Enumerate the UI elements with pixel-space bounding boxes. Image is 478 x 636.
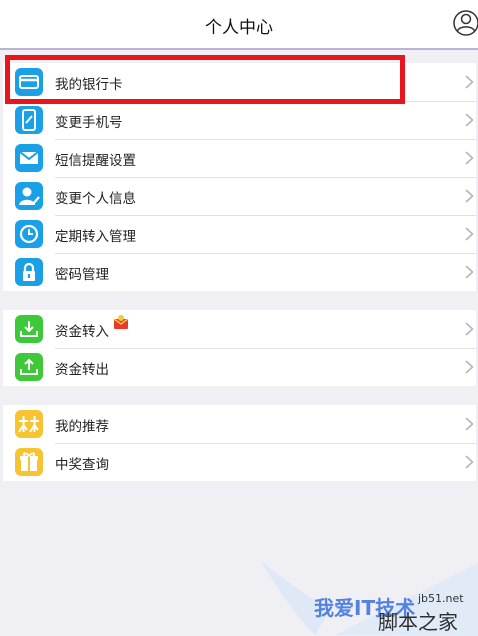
chevron-right-icon [465,265,474,279]
list-item-label: 密码管理 [55,267,109,283]
list-item-label: 资金转入 [55,324,109,340]
lock-icon [15,258,43,286]
list-item-label: 短信提醒设置 [55,153,136,169]
list-item-change-phone[interactable]: 变更手机号 [3,101,476,139]
user-edit-icon [15,182,43,210]
page-title: 个人中心 [205,18,273,38]
clock-icon [15,220,43,248]
list-item-label: 变更个人信息 [55,191,136,207]
list-item-label: 中奖查询 [55,457,109,473]
list-item-funds-in[interactable]: 资金转入 [3,310,476,348]
header-bar: 个人中心 [0,0,478,50]
watermark-site: jb51.net [418,592,464,605]
mail-icon [15,144,43,172]
upload-icon [15,353,43,381]
chevron-right-icon [465,360,474,374]
list-item-recommend[interactable]: 我的推荐 [3,405,476,443]
user-avatar-icon[interactable] [448,8,478,38]
list-item-password[interactable]: 密码管理 [3,253,476,291]
gift-icon [15,448,43,476]
phone-edit-icon [15,106,43,134]
chevron-right-icon [465,227,474,241]
chevron-right-icon [465,113,474,127]
funds-group: 资金转入 资金转出 [3,310,476,386]
list-item-scheduled-transfer[interactable]: 定期转入管理 [3,215,476,253]
highlight-box [5,55,405,104]
download-icon [15,315,43,343]
rewards-group: 我的推荐 中奖查询 [3,405,476,481]
chevron-right-icon [465,151,474,165]
chevron-right-icon [465,322,474,336]
list-item-label: 我的推荐 [55,419,109,435]
list-item-prize-query[interactable]: 中奖查询 [3,443,476,481]
list-item-funds-out[interactable]: 资金转出 [3,348,476,386]
list-item-sms-settings[interactable]: 短信提醒设置 [3,139,476,177]
list-item-label: 变更手机号 [55,115,123,131]
watermark-text: 脚本之家 [378,610,458,634]
chevron-right-icon [465,417,474,431]
gift-badge-icon [113,315,129,329]
list-item-label: 定期转入管理 [55,229,136,245]
list-item-change-info[interactable]: 变更个人信息 [3,177,476,215]
chevron-right-icon [465,189,474,203]
chevron-right-icon [465,75,474,89]
recommend-icon [15,410,43,438]
list-item-label: 资金转出 [55,362,109,378]
chevron-right-icon [465,455,474,469]
